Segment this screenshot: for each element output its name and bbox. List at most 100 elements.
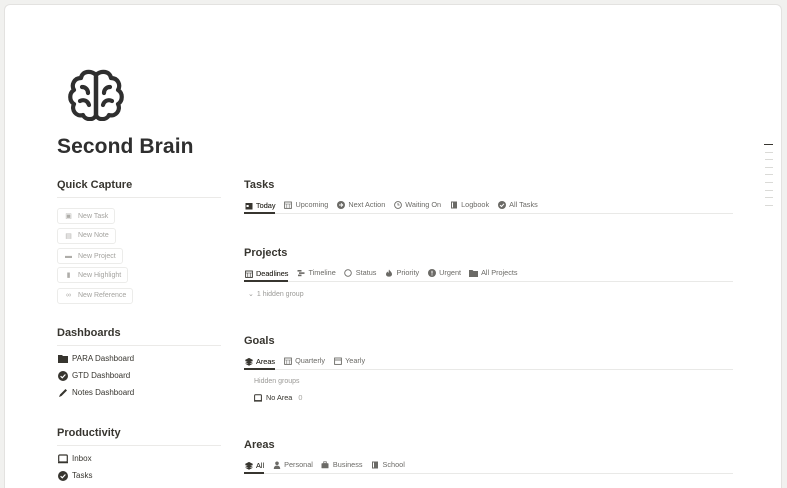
tab-quarterly[interactable]: Quarterly — [283, 356, 325, 369]
goals-database: Goals Areas Quarterly Yearly Hidden grou… — [244, 335, 733, 402]
tab-today-label: Today — [256, 201, 276, 210]
tab-all-projects[interactable]: All Projects — [469, 268, 518, 281]
inbox-icon — [254, 393, 263, 402]
no-area-count: 0 — [298, 393, 303, 402]
tab-business[interactable]: Business — [321, 460, 363, 473]
new-task-button[interactable]: ▣ New Task — [57, 208, 116, 224]
inbox-label: Inbox — [72, 454, 92, 463]
book-icon — [449, 200, 458, 209]
goals-view-tabs: Areas Quarterly Yearly — [244, 354, 733, 370]
tab-urgent[interactable]: Urgent — [427, 268, 461, 281]
tab-all-projects-label: All Projects — [481, 268, 518, 277]
circle-icon — [344, 268, 353, 277]
tab-upcoming[interactable]: Upcoming — [283, 200, 328, 213]
hidden-group-toggle[interactable]: ⌄ 1 hidden group — [248, 290, 733, 299]
tab-waiting-on-label: Waiting On — [405, 200, 442, 209]
calendar-grid-icon — [283, 200, 292, 209]
page: Second Brain Quick Capture ▣ New Task ▤ Ne… — [4, 4, 782, 488]
tab-all-tasks[interactable]: All Tasks — [497, 200, 538, 213]
para-dashboard-label: PARA Dashboard — [72, 354, 135, 363]
book-icon — [371, 460, 380, 469]
notes-dashboard-label: Notes Dashboard — [72, 388, 135, 397]
calendar-grid-icon — [244, 269, 253, 278]
check-circle-icon — [57, 370, 68, 381]
tasks-label: Tasks — [72, 471, 93, 480]
new-note-button[interactable]: ▤ New Note — [57, 227, 116, 244]
dashboards-heading: Dashboards — [57, 327, 221, 346]
projects-title: Projects — [244, 247, 288, 259]
goals-title: Goals — [244, 335, 275, 347]
new-reference-label: New Reference — [78, 292, 127, 300]
page-outline-indicator[interactable] — [763, 144, 773, 212]
calendar-icon — [244, 201, 253, 210]
no-area-group[interactable]: No Area 0 — [254, 393, 733, 402]
timeline-icon — [296, 268, 305, 277]
tasks-link[interactable]: Tasks — [57, 467, 221, 484]
areas-view-tabs: All Personal Business School — [244, 458, 733, 474]
tab-school[interactable]: School — [371, 460, 405, 473]
no-area-label: No Area — [266, 393, 293, 402]
tab-all[interactable]: All — [244, 461, 265, 474]
tab-timeline[interactable]: Timeline — [296, 268, 336, 281]
tab-next-action[interactable]: Next Action — [336, 200, 385, 213]
quick-capture-buttons: ▣ New Task ▤ New Note ▬ New Project ▮ New Hi… — [57, 205, 221, 304]
briefcase-icon — [321, 460, 330, 469]
tab-waiting-on[interactable]: Waiting On — [393, 200, 441, 213]
notes-dashboard-link[interactable]: Notes Dashboard — [57, 384, 221, 401]
tab-status[interactable]: Status — [344, 268, 377, 281]
folder-icon — [469, 268, 479, 277]
tasks-view-tabs: Today Upcoming Next Action Waiting On Lo… — [244, 198, 733, 214]
tab-areas-label: Areas — [256, 357, 276, 366]
new-note-label: New Note — [78, 232, 109, 240]
gtd-dashboard-link[interactable]: GTD Dashboard — [57, 367, 221, 384]
layers-icon — [244, 461, 253, 470]
productivity-heading: Productivity — [57, 427, 221, 446]
areas-database: Areas All Personal Business School — [244, 439, 733, 474]
check-circle-icon — [497, 200, 506, 209]
tab-deadlines[interactable]: Deadlines — [244, 269, 289, 282]
calendar-grid-icon — [283, 356, 292, 365]
tab-logbook[interactable]: Logbook — [449, 200, 489, 213]
tab-business-label: Business — [332, 460, 363, 469]
tab-urgent-label: Urgent — [439, 268, 462, 277]
new-highlight-button[interactable]: ▮ New Highlight — [57, 267, 129, 284]
tab-all-label: All — [256, 461, 265, 470]
tab-yearly[interactable]: Yearly — [333, 356, 365, 369]
gtd-dashboard-label: GTD Dashboard — [72, 371, 131, 380]
areas-title: Areas — [244, 439, 275, 451]
note-icon: ▤ — [65, 232, 72, 240]
dashboards-section: Dashboards PARA Dashboard GTD Dashboard … — [57, 327, 221, 401]
tab-priority[interactable]: Priority — [384, 268, 419, 281]
inbox-icon — [57, 453, 68, 464]
hidden-group-label: 1 hidden group — [256, 290, 304, 298]
alert-icon — [427, 268, 436, 277]
new-project-label: New Project — [78, 252, 116, 260]
new-reference-button[interactable]: ∞ New Reference — [57, 287, 134, 304]
new-task-label: New Task — [78, 212, 109, 220]
tab-status-label: Status — [355, 268, 377, 277]
para-dashboard-link[interactable]: PARA Dashboard — [57, 350, 221, 367]
person-icon — [272, 460, 281, 469]
inbox-link[interactable]: Inbox — [57, 450, 221, 467]
tab-quarterly-label: Quarterly — [295, 356, 326, 365]
tab-logbook-label: Logbook — [461, 200, 490, 209]
new-highlight-label: New Highlight — [78, 271, 122, 279]
tab-today[interactable]: Today — [244, 201, 276, 214]
hidden-groups-label: Hidden groups — [254, 378, 300, 385]
tab-yearly-label: Yearly — [345, 356, 366, 365]
arrow-circle-icon — [336, 200, 345, 209]
productivity-section: Productivity Inbox Tasks — [57, 427, 221, 484]
new-project-button[interactable]: ▬ New Project — [57, 248, 123, 265]
goals-board: Hidden groups No Area 0 — [254, 378, 733, 402]
quick-capture-section: Quick Capture ▣ New Task ▤ New Note ▬ New P… — [57, 179, 221, 304]
tab-areas[interactable]: Areas — [244, 357, 276, 370]
tasks-database: Tasks Today Upcoming Next Action Waiting… — [244, 179, 733, 214]
tab-all-tasks-label: All Tasks — [509, 200, 538, 209]
tab-school-label: School — [382, 460, 405, 469]
check-circle-icon — [57, 470, 68, 481]
tab-personal[interactable]: Personal — [272, 460, 313, 473]
link-icon: ∞ — [66, 292, 71, 300]
bookmark-icon: ▮ — [66, 272, 71, 280]
pencil-icon — [57, 387, 68, 398]
checkbox-icon: ▣ — [65, 213, 72, 220]
